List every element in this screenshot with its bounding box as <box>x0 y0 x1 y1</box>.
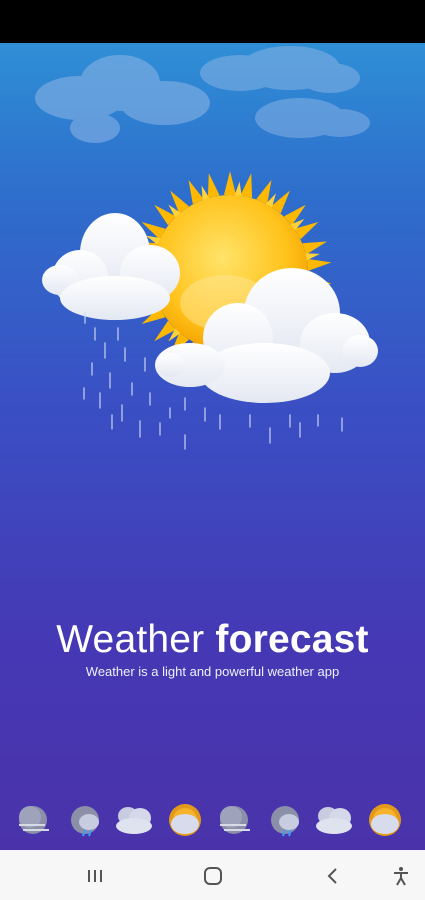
accessibility-icon <box>394 867 408 886</box>
back-button[interactable] <box>313 863 353 889</box>
recent-apps-button[interactable] <box>75 863 115 889</box>
title-block: Weather forecast Weather is a light and … <box>0 617 425 679</box>
rain-night-icon <box>71 806 99 837</box>
splash-screen: Weather forecast Weather is a light and … <box>0 43 425 850</box>
weather-icons-strip <box>19 804 401 837</box>
rain-night-icon <box>271 806 299 837</box>
app-title: Weather forecast <box>0 617 425 663</box>
sky-cloud <box>35 55 210 143</box>
cloudy-icon <box>316 807 352 834</box>
sun-cloud-icon <box>169 804 201 836</box>
accessibility-button[interactable] <box>381 863 421 889</box>
weather-illustration <box>35 46 378 450</box>
fog-night-icon <box>19 806 49 834</box>
cloudy-icon <box>116 807 152 834</box>
sun-cloud-icon <box>369 804 401 836</box>
app-subtitle: Weather is a light and powerful weather … <box>85 664 340 679</box>
app-title-bold: forecast <box>215 618 369 661</box>
sky-cloud <box>255 98 370 138</box>
system-navigation-bar <box>0 850 425 900</box>
app-title-light: Weather <box>56 618 205 661</box>
fog-night-icon <box>220 806 250 834</box>
home-icon <box>204 867 222 885</box>
recent-apps-icon <box>88 870 102 882</box>
status-bar <box>0 0 425 43</box>
home-button[interactable] <box>193 863 233 889</box>
sky-cloud <box>200 46 360 93</box>
back-icon <box>327 868 337 884</box>
